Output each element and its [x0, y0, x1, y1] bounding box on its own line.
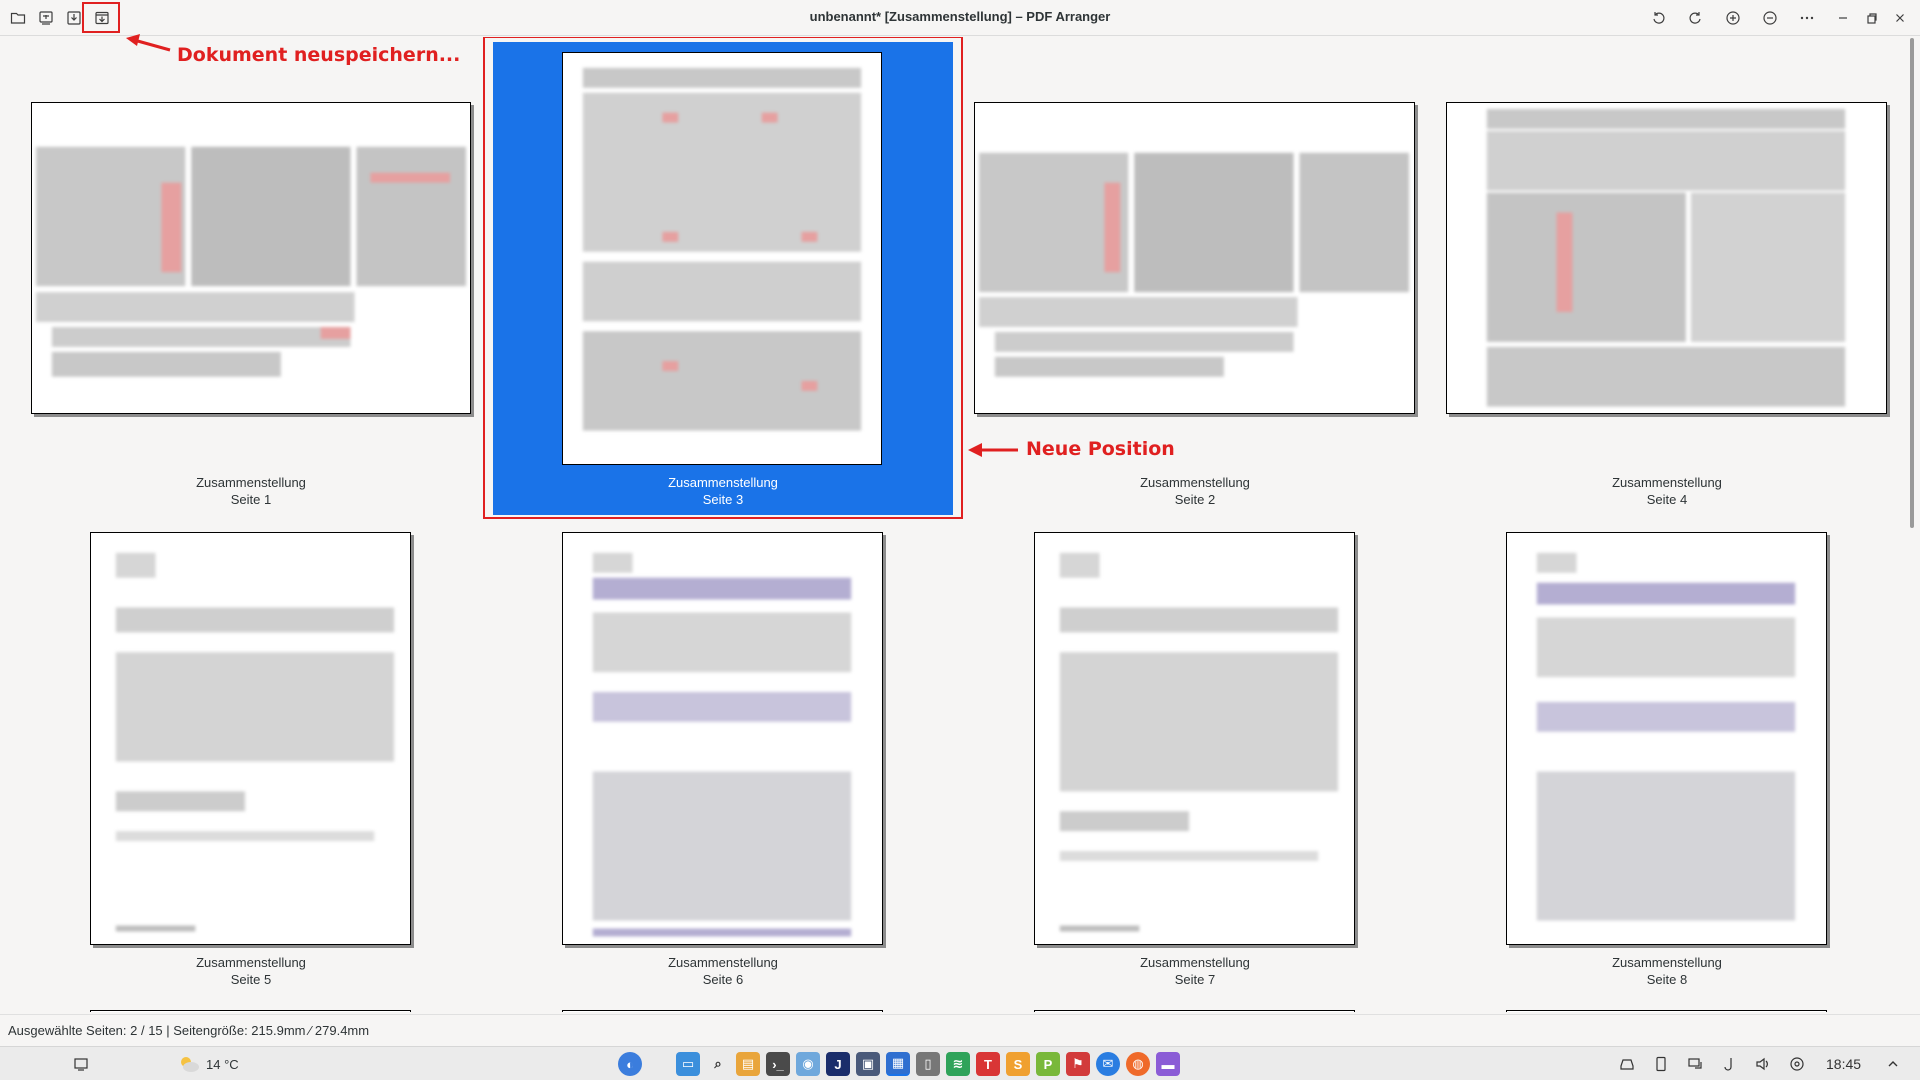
search-icon[interactable]: ⌕ — [706, 1052, 730, 1076]
page-thumbnail[interactable] — [562, 532, 883, 945]
page-thumbnail[interactable] — [1446, 102, 1887, 414]
close-icon[interactable] — [1886, 4, 1914, 32]
rotate-left-icon[interactable] — [1645, 4, 1673, 32]
file-manager-icon[interactable]: ▤ — [736, 1052, 760, 1076]
menu-more-icon[interactable] — [1793, 4, 1821, 32]
page-caption: Zusammenstellung Seite 5 — [196, 955, 306, 987]
thunderbird-icon[interactable]: ✉ — [1096, 1052, 1120, 1076]
page-grid: Zusammenstellung Seite 1 Zusammenstellung… — [0, 37, 1906, 1012]
chevron-up-icon[interactable] — [1884, 1055, 1902, 1073]
page-caption: Zusammenstellung Seite 8 — [1612, 955, 1722, 987]
page-thumbnail[interactable] — [90, 532, 411, 945]
presentation-icon[interactable]: P — [1036, 1052, 1060, 1076]
volume-icon[interactable] — [1754, 1055, 1772, 1073]
page-thumbnail[interactable] — [1506, 532, 1827, 945]
minimize-icon[interactable] — [1829, 4, 1857, 32]
page-caption-selected: Zusammenstellung Seite 3 — [668, 475, 778, 507]
page-thumbnail-partial[interactable] — [562, 1010, 883, 1012]
page-thumbnail-partial[interactable] — [1506, 1010, 1827, 1012]
status-text: Ausgewählte Seiten: 2 / 15 | Seitengröße… — [8, 1023, 370, 1038]
files-icon[interactable]: ▭ — [676, 1052, 700, 1076]
restore-icon[interactable] — [1858, 4, 1886, 32]
terminal-icon[interactable]: ›_ — [766, 1052, 790, 1076]
rotate-right-icon[interactable] — [1681, 4, 1709, 32]
page-thumbnail-partial[interactable] — [1034, 1010, 1355, 1012]
launcher-icon[interactable]: ◐ — [618, 1052, 642, 1076]
page-caption: Zusammenstellung Seite 1 — [196, 475, 306, 507]
drive-icon[interactable] — [1618, 1055, 1636, 1073]
header-bar: unbenannt* [Zusammenstellung] – PDF Arra… — [0, 0, 1920, 36]
page-caption: Zusammenstellung Seite 4 — [1612, 475, 1722, 507]
headphones-icon[interactable] — [1720, 1055, 1738, 1073]
flag-icon[interactable]: ⚑ — [1066, 1052, 1090, 1076]
text-editor-icon[interactable]: T — [976, 1052, 1000, 1076]
weather-widget[interactable]: 14 °C — [178, 1055, 239, 1073]
settings-icon[interactable] — [1788, 1055, 1806, 1073]
zoom-out-icon[interactable] — [1756, 4, 1784, 32]
show-desktop-icon[interactable] — [72, 1055, 90, 1073]
screenshot-icon[interactable]: ◉ — [796, 1052, 820, 1076]
joplin-icon[interactable]: J — [826, 1052, 850, 1076]
status-bar: Ausgewählte Seiten: 2 / 15 | Seitengröße… — [0, 1014, 1920, 1046]
annotation-save-as: Dokument neuspeichern... — [177, 44, 461, 66]
window-title: unbenannt* [Zusammenstellung] – PDF Arra… — [809, 9, 1111, 24]
phone-icon[interactable] — [1652, 1055, 1670, 1073]
document-icon[interactable]: ▯ — [916, 1052, 940, 1076]
page-thumbnail[interactable] — [974, 102, 1415, 414]
zoom-in-icon[interactable] — [1719, 4, 1747, 32]
annotation-new-position: Neue Position — [1026, 438, 1175, 460]
network-icon[interactable] — [1686, 1055, 1704, 1073]
page-thumbnail-selected[interactable] — [562, 52, 882, 465]
page-caption: Zusammenstellung Seite 7 — [1140, 955, 1250, 987]
vertical-scrollbar[interactable] — [1910, 38, 1914, 528]
layers-icon[interactable]: ≋ — [946, 1052, 970, 1076]
taskbar: 14 °C ◐ ▭ ⌕ ▤ ›_ ◉ J ▣ ▦ ▯ ≋ T S P ⚑ ✉ ◍… — [0, 1046, 1920, 1080]
app-icon[interactable]: ▣ — [856, 1052, 880, 1076]
page-thumbnail-partial[interactable] — [90, 1010, 411, 1012]
folder-icon[interactable]: ▬ — [1156, 1052, 1180, 1076]
spreadsheet-icon[interactable]: S — [1006, 1052, 1030, 1076]
page-caption: Zusammenstellung Seite 6 — [668, 955, 778, 987]
firefox-icon[interactable]: ◍ — [1126, 1052, 1150, 1076]
page-caption: Zusammenstellung Seite 2 — [1140, 475, 1250, 507]
pdf-arranger-icon[interactable]: ▦ — [886, 1052, 910, 1076]
clock[interactable]: 18:45 — [1826, 1056, 1861, 1072]
weather-cloud-sun-icon — [181, 1057, 199, 1072]
weather-temp: 14 °C — [206, 1056, 239, 1072]
page-thumbnail[interactable] — [1034, 532, 1355, 945]
page-thumbnail[interactable] — [31, 102, 471, 414]
